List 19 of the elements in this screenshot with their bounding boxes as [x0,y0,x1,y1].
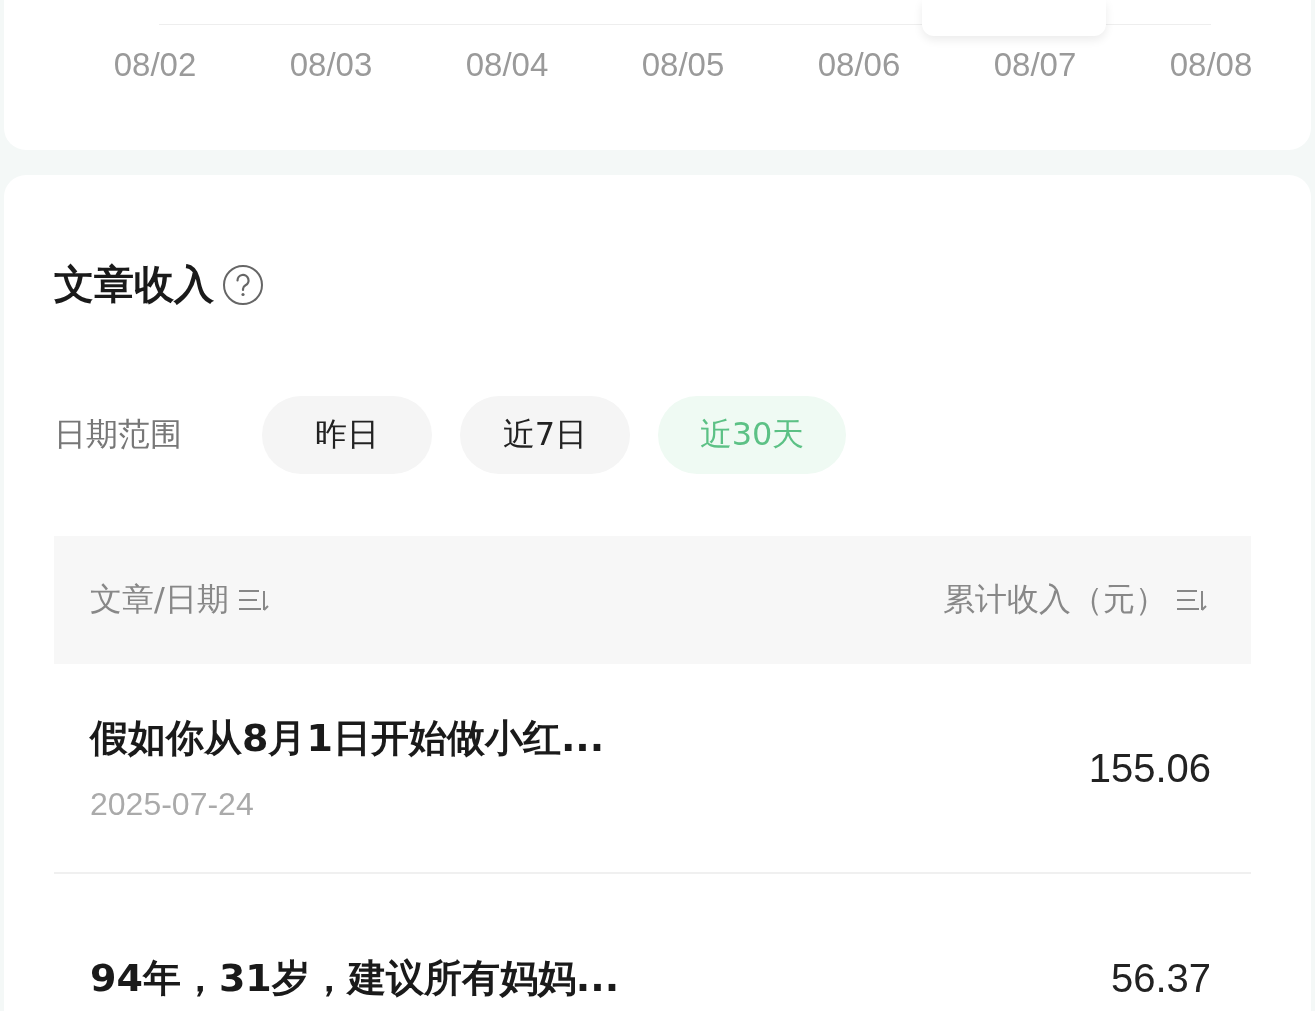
filter-label: 日期范围 [54,414,183,455]
column-header: 累计收入（元） [943,579,1167,620]
range-chip[interactable]: 近7日 [460,396,630,474]
help-icon[interactable] [222,263,264,306]
income-amount: 155.06 [1088,745,1211,791]
axis-label: 08/03 [288,46,374,84]
article-title[interactable]: 94年，31岁，建议所有妈妈... [90,952,620,1004]
section-title: 文章收入 [54,260,214,309]
axis-label: 08/02 [112,46,198,84]
axis-label: 08/04 [464,46,550,84]
article-title[interactable]: 假如你从8月1日开始做小红... [90,713,605,764]
range-chip[interactable]: 昨日 [262,396,432,474]
column-header: 文章/日期 [90,579,229,620]
income-amount: 56.37 [1110,955,1211,1001]
axis-label: 08/06 [816,46,902,84]
axis-label: 08/05 [640,46,726,84]
axis-label: 08/08 [1168,46,1254,84]
article-date: 2025-07-24 [90,786,255,823]
axis-label: 08/07 [992,46,1078,84]
